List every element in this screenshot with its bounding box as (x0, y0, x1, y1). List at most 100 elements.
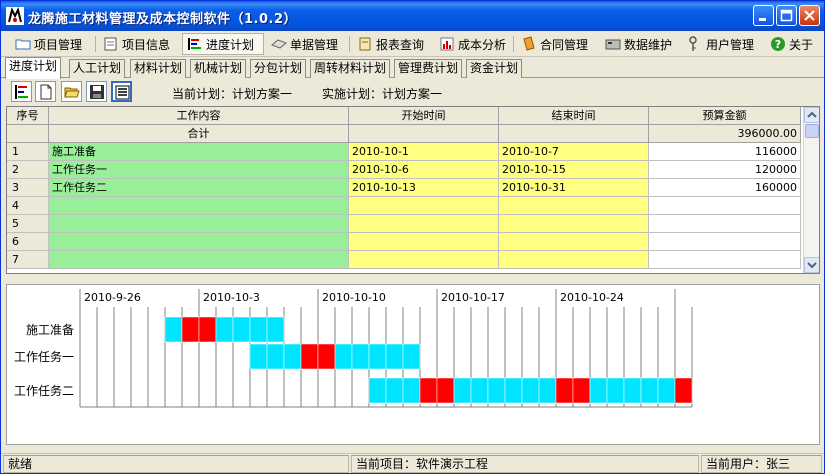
gantt-day-bar (266, 343, 285, 370)
close-button[interactable] (799, 5, 820, 26)
app-window: 龙腾施工材料管理及成本控制软件（1.0.2） 项目管理 项目信息 进度计划 单据… (0, 0, 825, 474)
task-cell[interactable]: 工作任务二 (49, 179, 349, 197)
task-cell[interactable] (49, 233, 349, 251)
end-date-cell[interactable] (499, 215, 649, 233)
row-number: 2 (7, 161, 49, 179)
new-file-icon (40, 84, 52, 100)
task-cell[interactable]: 施工准备 (49, 143, 349, 161)
menu-schedule-plan[interactable]: 进度计划 (182, 33, 264, 55)
task-cell[interactable] (49, 215, 349, 233)
current-plan-label: 当前计划：计划方案一 (172, 87, 293, 101)
end-date-cell[interactable] (499, 251, 649, 269)
end-date-cell[interactable] (499, 197, 649, 215)
gantt-day-bar (317, 343, 336, 370)
gantt-day-bar (283, 343, 302, 370)
gantt-icon (15, 85, 28, 99)
end-date-cell[interactable]: 2010-10-7 (499, 143, 649, 161)
task-cell[interactable] (49, 251, 349, 269)
amount-cell[interactable]: 116000 (649, 143, 801, 161)
start-date-cell[interactable] (349, 197, 499, 215)
save-plan-button[interactable] (86, 81, 107, 102)
start-date-cell[interactable]: 2010-10-1 (349, 143, 499, 161)
menu-project-management[interactable]: 项目管理 (11, 33, 93, 55)
gantt-day-bar (385, 377, 404, 404)
amount-cell[interactable]: 120000 (649, 161, 801, 179)
row-number: 6 (7, 233, 49, 251)
start-date-cell[interactable] (349, 215, 499, 233)
maximize-button[interactable] (776, 5, 797, 26)
grid-vertical-scrollbar[interactable] (803, 107, 819, 273)
tab-fund-plan[interactable]: 资金计划 (466, 59, 523, 78)
gantt-day-bar (640, 377, 659, 404)
tab-management-fee-plan[interactable]: 管理费计划 (394, 59, 463, 78)
gantt-day-bar (623, 377, 642, 404)
menu-contract-management[interactable]: 合同管理 (517, 33, 599, 55)
gantt-view-button[interactable] (11, 81, 32, 102)
tab-material-plan[interactable]: 材料计划 (130, 59, 187, 78)
gantt-task-label: 工作任务二 (14, 383, 74, 398)
col-header-end: 结束时间 (499, 107, 649, 125)
new-plan-button[interactable] (35, 81, 56, 102)
main-toolbar: 项目管理 项目信息 进度计划 单据管理 报表查询 成本分析 合同管理 数据维护 … (1, 31, 824, 57)
menu-user-management[interactable]: 用户管理 (683, 33, 763, 55)
gantt-task-label: 工作任务一 (14, 349, 74, 364)
start-date-cell[interactable] (349, 251, 499, 269)
menu-cost-analysis[interactable]: 成本分析 (435, 33, 515, 55)
amount-cell[interactable] (649, 251, 801, 269)
gantt-day-bar (453, 377, 472, 404)
menu-report-query[interactable]: 报表查询 (353, 33, 433, 55)
implement-plan-label: 实施计划：计划方案一 (322, 87, 443, 101)
end-date-cell[interactable] (499, 233, 649, 251)
end-date-cell[interactable]: 2010-10-15 (499, 161, 649, 179)
row-number: 3 (7, 179, 49, 197)
gantt-icon (188, 38, 201, 50)
col-header-no: 序号 (7, 107, 49, 125)
chevron-down-icon (807, 262, 817, 269)
schedule-grid[interactable]: 序号 工作内容 开始时间 结束时间 预算金额 合计 396000.00 1 施工准… (6, 106, 820, 274)
gantt-day-bar (504, 377, 523, 404)
gantt-day-bar (555, 377, 574, 404)
gantt-day-bar (164, 316, 183, 343)
svg-text:?: ? (775, 38, 781, 51)
open-plan-button[interactable] (61, 81, 82, 102)
start-date-cell[interactable] (349, 233, 499, 251)
tab-revolving-material-plan[interactable]: 周转材料计划 (310, 59, 391, 78)
scroll-thumb[interactable] (805, 124, 819, 138)
gantt-day-bar (419, 377, 438, 404)
gantt-day-bar (674, 377, 693, 404)
gantt-chart: 2010-9-26 2010-10-3 2010-10-10 2010-10-17 20… (6, 284, 820, 445)
toolbar-separator (513, 36, 514, 52)
plan-list-button[interactable] (111, 81, 132, 102)
amount-cell[interactable] (649, 233, 801, 251)
row-number: 7 (7, 251, 49, 269)
tab-subcontract-plan[interactable]: 分包计划 (250, 59, 307, 78)
menu-data-maintenance[interactable]: 数据维护 (601, 33, 681, 55)
menu-project-info[interactable]: 项目信息 (99, 33, 179, 55)
status-user: 当前用户：张三 (701, 455, 822, 473)
amount-cell[interactable] (649, 215, 801, 233)
gantt-day-bar (249, 316, 268, 343)
end-date-cell[interactable]: 2010-10-31 (499, 179, 649, 197)
row-number: 1 (7, 143, 49, 161)
tab-machinery-plan[interactable]: 机械计划 (190, 59, 247, 78)
title-bar[interactable]: 龙腾施工材料管理及成本控制软件（1.0.2） (1, 1, 824, 31)
menu-bill-management[interactable]: 单据管理 (267, 33, 347, 55)
scroll-down-button[interactable] (804, 257, 819, 273)
amount-cell[interactable] (649, 197, 801, 215)
key-icon (689, 36, 697, 51)
minimize-icon (759, 18, 766, 21)
gantt-week-label: 2010-9-26 (84, 291, 141, 304)
gantt-canvas: 2010-9-26 2010-10-3 2010-10-10 2010-10-17 20… (14, 289, 693, 408)
tab-labor-plan[interactable]: 人工计划 (69, 59, 126, 78)
task-cell[interactable]: 工作任务一 (49, 161, 349, 179)
amount-cell[interactable]: 160000 (649, 179, 801, 197)
start-date-cell[interactable]: 2010-10-6 (349, 161, 499, 179)
window-title: 龙腾施工材料管理及成本控制软件（1.0.2） (28, 12, 298, 27)
scroll-up-button[interactable] (804, 107, 819, 123)
task-cell[interactable] (49, 197, 349, 215)
contract-icon (523, 36, 535, 51)
tab-schedule-plan[interactable]: 进度计划 (5, 57, 62, 79)
start-date-cell[interactable]: 2010-10-13 (349, 179, 499, 197)
minimize-button[interactable] (753, 5, 774, 26)
menu-about[interactable]: ? 关于 (766, 33, 822, 55)
